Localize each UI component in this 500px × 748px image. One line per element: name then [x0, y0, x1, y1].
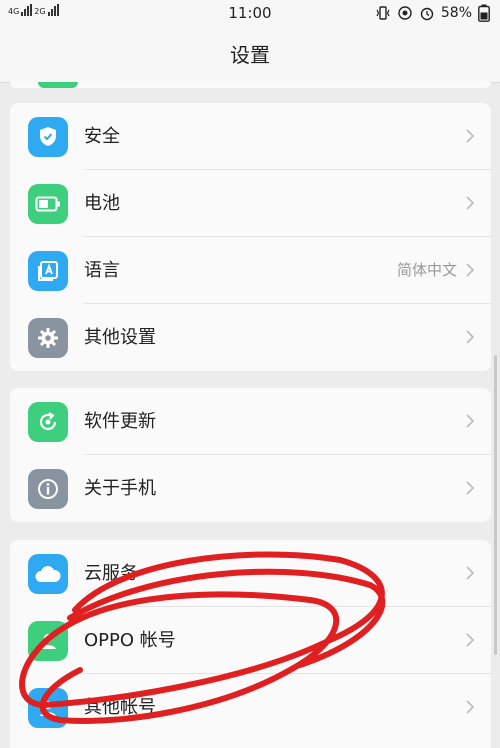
chevron-right-icon: [466, 129, 475, 143]
settings-item-label: 软件更新: [84, 411, 156, 432]
chevron-right-icon: [466, 330, 475, 344]
settings-item-label: 云服务: [84, 563, 138, 584]
account-icon: [28, 621, 68, 661]
settings-item-label: 关于手机: [84, 478, 156, 499]
data-saver-icon: [398, 6, 412, 20]
chevron-right-icon: [466, 263, 475, 277]
settings-item-label: 其他帐号: [84, 697, 156, 718]
chevron-right-icon: [466, 566, 475, 580]
title-bar: 设置: [0, 28, 500, 83]
settings-item-cloud-service[interactable]: 云服务: [10, 540, 491, 607]
gear-icon: [28, 318, 68, 358]
status-icons: 58%: [375, 4, 490, 22]
settings-item-label: 安全: [84, 126, 120, 147]
battery-percent: 58%: [440, 5, 472, 21]
settings-section-2: 软件更新 关于手机: [10, 388, 491, 522]
settings-item-label: 电池: [84, 193, 120, 214]
battery-icon-status: [478, 4, 490, 22]
shield-icon: [28, 117, 68, 157]
partial-icon: [38, 82, 78, 88]
cloud-icon: [28, 554, 68, 594]
info-icon: [28, 469, 68, 509]
settings-item-software-update[interactable]: 软件更新: [10, 388, 491, 455]
chevron-right-icon: [466, 700, 475, 714]
status-bar: 4G 2G 11:00 58%: [0, 0, 500, 28]
settings-item-about-phone[interactable]: 关于手机: [10, 455, 491, 522]
settings-item-oppo-account[interactable]: OPPO 帐号: [10, 607, 491, 674]
settings-item-label: 语言: [84, 260, 120, 281]
settings-section-1: 安全 电池 语言 简体中文 其他设置: [10, 103, 491, 371]
battery-icon: [28, 184, 68, 224]
user-icon: [28, 688, 68, 728]
language-icon: [28, 251, 68, 291]
settings-item-battery[interactable]: 电池: [10, 170, 491, 237]
settings-item-security[interactable]: 安全: [10, 103, 491, 170]
language-value: 简体中文: [396, 261, 457, 279]
settings-item-label: 其他设置: [84, 327, 156, 348]
refresh-icon: [28, 402, 68, 442]
chevron-right-icon: [466, 633, 475, 647]
settings-card-top: [10, 82, 491, 88]
vibrate-icon: [376, 6, 390, 20]
chevron-right-icon: [466, 481, 475, 495]
settings-item-other-settings[interactable]: 其他设置: [10, 304, 491, 371]
chevron-right-icon: [466, 414, 475, 428]
settings-item-other-accounts[interactable]: 其他帐号: [10, 674, 491, 741]
chevron-right-icon: [466, 196, 475, 210]
settings-section-3: 云服务 OPPO 帐号 其他帐号: [10, 540, 491, 748]
settings-item-label: OPPO 帐号: [84, 630, 176, 651]
page-title: 设置: [230, 43, 270, 67]
scrollbar[interactable]: [494, 355, 497, 655]
alarm-icon: [420, 7, 434, 21]
settings-item-language[interactable]: 语言 简体中文: [10, 237, 491, 304]
